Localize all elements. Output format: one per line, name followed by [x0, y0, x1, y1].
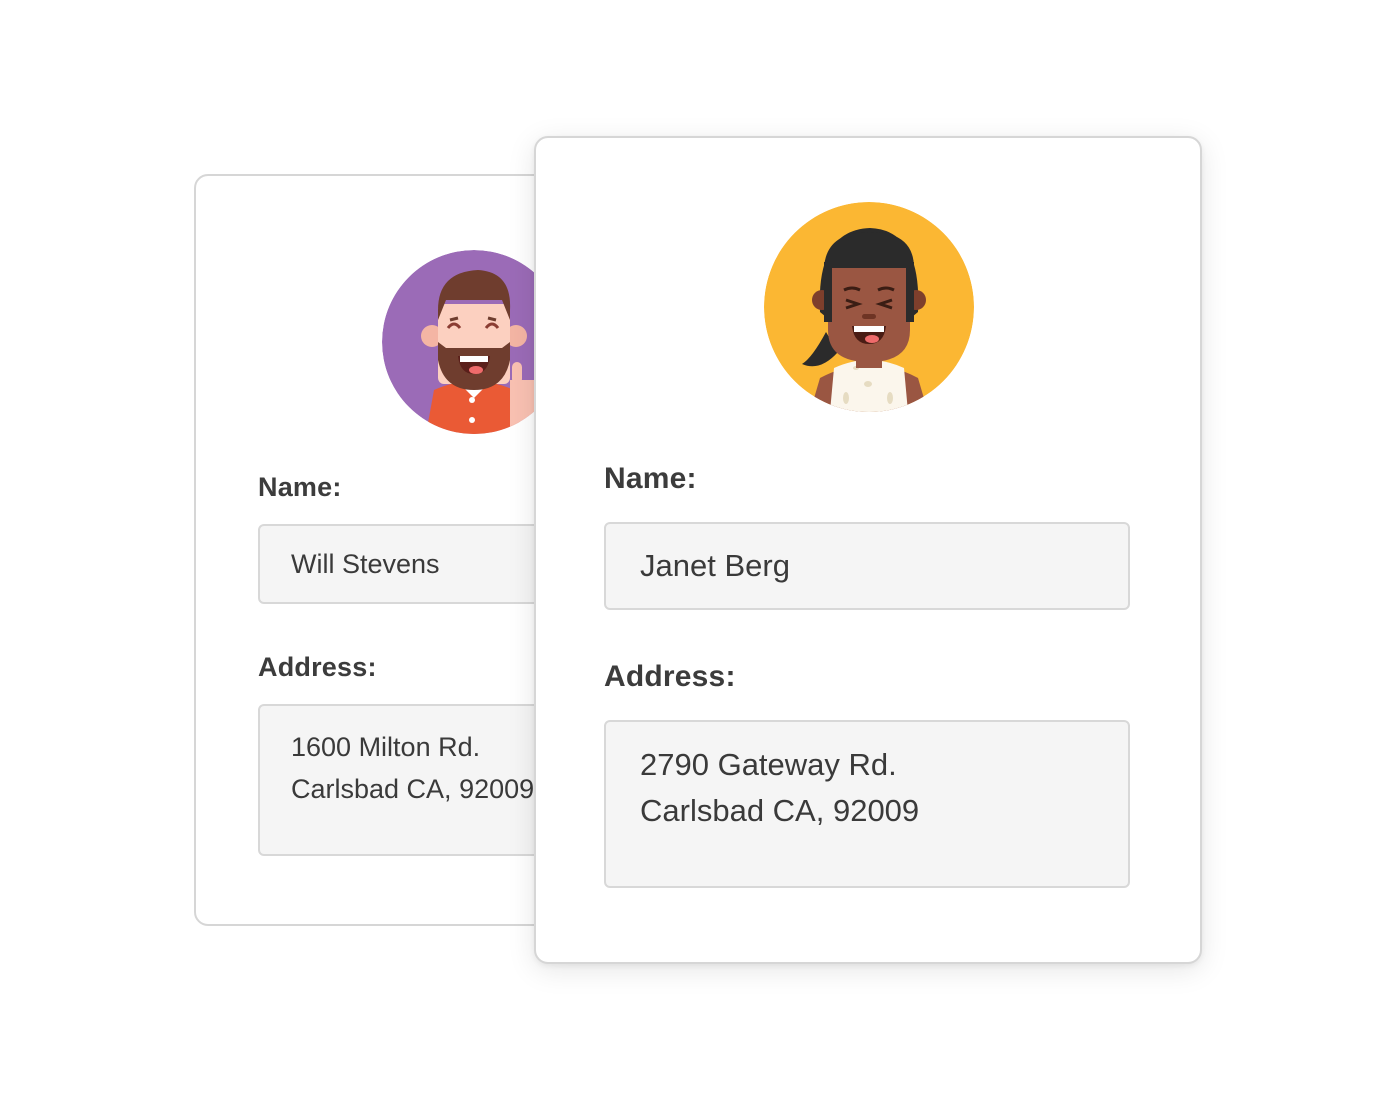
name-field[interactable]: Janet Berg — [604, 522, 1130, 610]
address-label: Address: — [258, 652, 377, 682]
name-label: Name: — [258, 472, 342, 502]
address-line-2: Carlsbad CA, 92009 — [640, 793, 920, 828]
contact-cards-stage: Name: Will Stevens Address: 1600 Milton … — [0, 0, 1400, 1100]
address-field[interactable]: 2790 Gateway Rd. Carlsbad CA, 92009 — [604, 720, 1130, 888]
address-line-1: 2790 Gateway Rd. — [640, 747, 897, 782]
address-label: Address: — [604, 660, 736, 693]
contact-card-janet-berg: Name: Janet Berg Address: 2790 Gateway R… — [534, 136, 1202, 964]
name-label: Name: — [604, 462, 697, 495]
avatar-woman-smiling-icon — [764, 202, 974, 412]
